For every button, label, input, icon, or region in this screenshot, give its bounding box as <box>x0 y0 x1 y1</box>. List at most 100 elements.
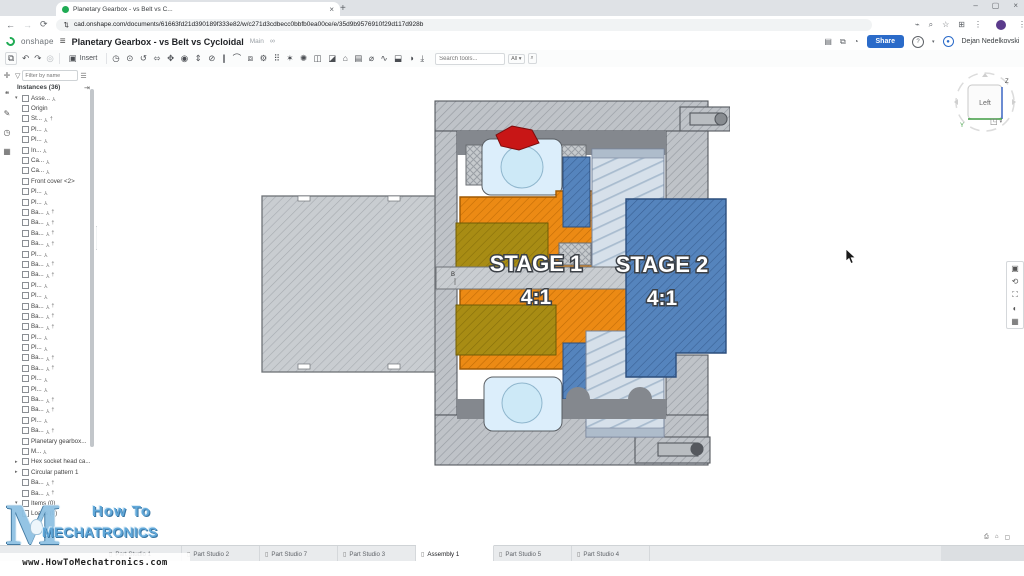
assembly-tool-icon[interactable]: ◫ <box>314 54 322 63</box>
help-caret-icon[interactable]: ▾ <box>932 39 935 45</box>
assembly-tool-icon[interactable]: ◑ <box>409 54 414 63</box>
tree-row[interactable]: Pl... Y † <box>15 135 91 145</box>
assembly-tool-icon[interactable]: ⌂ <box>343 54 348 63</box>
tree-row[interactable]: Ca... Y † <box>15 155 91 165</box>
tree-row[interactable]: Pl... Y † <box>15 280 91 290</box>
model-canvas[interactable]: B STAGE 1 4:1 STAGE 2 4:1 Left Z Y ◳ ▾ ▣… <box>97 67 1024 545</box>
ring-gear-segment[interactable] <box>563 157 590 227</box>
tree-row[interactable]: Ba... Y † <box>15 477 91 487</box>
header-action-icon[interactable]: ◔ <box>854 37 859 47</box>
instances-header[interactable]: Instances (36) <box>17 84 60 91</box>
tree-row[interactable]: Ba... Y † <box>15 238 91 248</box>
assembly-tool-icon[interactable]: ⬄ <box>153 54 160 63</box>
tree-row[interactable]: St... Y † <box>15 114 91 124</box>
tree-row[interactable]: Ba... Y † <box>15 259 91 269</box>
view-cube[interactable]: Left Z Y <box>950 69 1020 139</box>
planet-pin-block[interactable] <box>466 145 484 185</box>
feature-list-toggle-icon[interactable]: ⧉ <box>5 52 17 65</box>
tree-row[interactable]: Pl... Y † <box>15 374 91 384</box>
view-options-button[interactable]: ◳ ▾ <box>990 117 1002 126</box>
branch-label[interactable]: Main <box>250 38 264 45</box>
browser-action-icon[interactable]: ⊞ <box>958 20 965 29</box>
document-tab[interactable]: ▯ Part Studio 2 <box>182 546 260 562</box>
tab-manager-icon[interactable]: ▢ <box>1004 534 1010 541</box>
tree-caret-icon[interactable]: ▸ <box>15 469 20 475</box>
assembly-tool-icon[interactable]: ⬓ <box>394 54 402 63</box>
search-tools-input[interactable] <box>435 53 505 65</box>
assembly-tool-icon[interactable]: ✺ <box>300 54 307 63</box>
tree-row[interactable]: ▾ Asse... Y † <box>15 93 91 103</box>
back-icon[interactable]: ← <box>6 20 15 30</box>
canvas-tool-icon[interactable]: ⟲ <box>1012 277 1019 286</box>
assembly-tool-icon[interactable]: ⊙ <box>126 54 133 63</box>
hamburger-menu-icon[interactable]: ≡ <box>60 36 66 47</box>
canvas-tool-icon[interactable]: ◐ <box>1013 304 1018 313</box>
share-link-icon[interactable]: ∞ <box>270 38 275 45</box>
tree-row[interactable]: Ba... Y † <box>15 228 91 238</box>
assembly-tool-icon[interactable]: ▤ <box>354 54 362 63</box>
assembly-tool-icon[interactable]: ↺ <box>140 54 147 63</box>
tree-row[interactable]: Ba... Y † <box>15 322 91 332</box>
bottom-bearing[interactable] <box>484 377 562 431</box>
canvas-tool-icon[interactable]: ▣ <box>1011 264 1019 273</box>
header-action-icon[interactable]: ▤ <box>824 37 832 47</box>
tabbar-scroll-region[interactable] <box>941 546 1024 561</box>
tree-row[interactable]: Pl... Y † <box>15 384 91 394</box>
tree-row[interactable]: Pl... Y † <box>15 249 91 259</box>
browser-action-icon[interactable]: ⋮ <box>974 20 982 29</box>
tree-row[interactable]: M... Y † <box>15 446 91 456</box>
assembly-tool-icon[interactable]: ⤓ <box>420 54 424 63</box>
assembly-tool-icon[interactable]: ⠿ <box>274 54 280 63</box>
share-button[interactable]: Share <box>867 35 904 48</box>
panel-strip-icon[interactable]: ▦ <box>3 147 11 156</box>
chrome-profile-avatar[interactable] <box>996 20 1006 30</box>
collapse-panel-icon[interactable]: ⇥ <box>84 84 90 92</box>
assembly-tool-icon[interactable]: ∥ <box>222 54 226 63</box>
new-tab-button[interactable]: + <box>340 3 346 14</box>
tree-row[interactable]: Pl... Y † <box>15 197 91 207</box>
user-avatar[interactable]: ● <box>943 36 954 47</box>
stage1-gear[interactable] <box>456 305 556 355</box>
document-tab[interactable]: ▯ Part Studio 5 <box>494 546 572 562</box>
panel-strip-icon[interactable]: ❝ <box>5 90 9 99</box>
motor-block[interactable] <box>262 196 435 372</box>
document-tab[interactable]: ▯ Assembly 1 <box>416 545 494 562</box>
canvas-tool-icon[interactable]: ▦ <box>1011 317 1019 326</box>
panel-strip-icon[interactable]: ✎ <box>4 109 11 118</box>
panel-strip-icon[interactable]: ✛ <box>4 71 11 80</box>
canvas-tool-icon[interactable]: ⛶ <box>1012 290 1018 300</box>
panel-strip-icon[interactable]: ◷ <box>4 128 11 137</box>
tree-row[interactable]: In... Y † <box>15 145 91 155</box>
document-tab[interactable]: ▯ Part Studio 4 <box>572 546 650 562</box>
assembly-tool-icon[interactable]: ⌒ <box>233 54 242 63</box>
assembly-tool-icon[interactable]: ◉ <box>181 54 188 63</box>
insert-button[interactable]: ▣ Insert <box>65 52 102 65</box>
tree-row[interactable]: Ba... Y † <box>15 301 91 311</box>
tree-row[interactable]: Ba... Y † <box>15 270 91 280</box>
sidebar-scrollbar[interactable] <box>90 89 94 447</box>
tree-row[interactable]: Pl... Y † <box>15 342 91 352</box>
chrome-menu-icon[interactable]: ⋮ <box>1018 20 1024 29</box>
tree-row[interactable]: Pl... Y † <box>15 332 91 342</box>
window-maximize-button[interactable]: ▢ <box>992 1 1000 10</box>
header-action-icon[interactable]: ⧉ <box>840 37 846 47</box>
tree-row[interactable]: Ba... Y † <box>15 218 91 228</box>
advanced-search-icon[interactable]: ⌕ <box>528 53 537 64</box>
help-button[interactable]: ? <box>912 36 924 48</box>
window-close-button[interactable]: × <box>1013 1 1018 10</box>
browser-action-icon[interactable]: ☆ <box>942 20 949 29</box>
tree-caret-icon[interactable]: ▾ <box>15 95 20 101</box>
tree-caret-icon[interactable]: ▸ <box>15 459 20 465</box>
assembly-tool-icon[interactable]: ⧈ <box>248 54 253 63</box>
tree-row[interactable]: Ba... Y † <box>15 426 91 436</box>
tree-row[interactable]: Pl... Y † <box>15 124 91 134</box>
assembly-tool-icon[interactable]: ∿ <box>381 54 388 63</box>
assembly-tool-icon[interactable]: ⚙ <box>260 54 268 63</box>
tree-row[interactable]: Planetary gearbox... Y † <box>15 436 91 446</box>
document-tab[interactable]: ▯ Part Studio 3 <box>338 546 416 562</box>
tree-row[interactable]: Ba... Y † <box>15 363 91 373</box>
tab-manager-icon[interactable]: ⎙ <box>984 534 989 541</box>
tab-manager-icon[interactable]: ⌂ <box>995 534 999 541</box>
tree-row[interactable]: Pl... Y † <box>15 415 91 425</box>
reload-icon[interactable]: ⟳ <box>40 19 48 30</box>
